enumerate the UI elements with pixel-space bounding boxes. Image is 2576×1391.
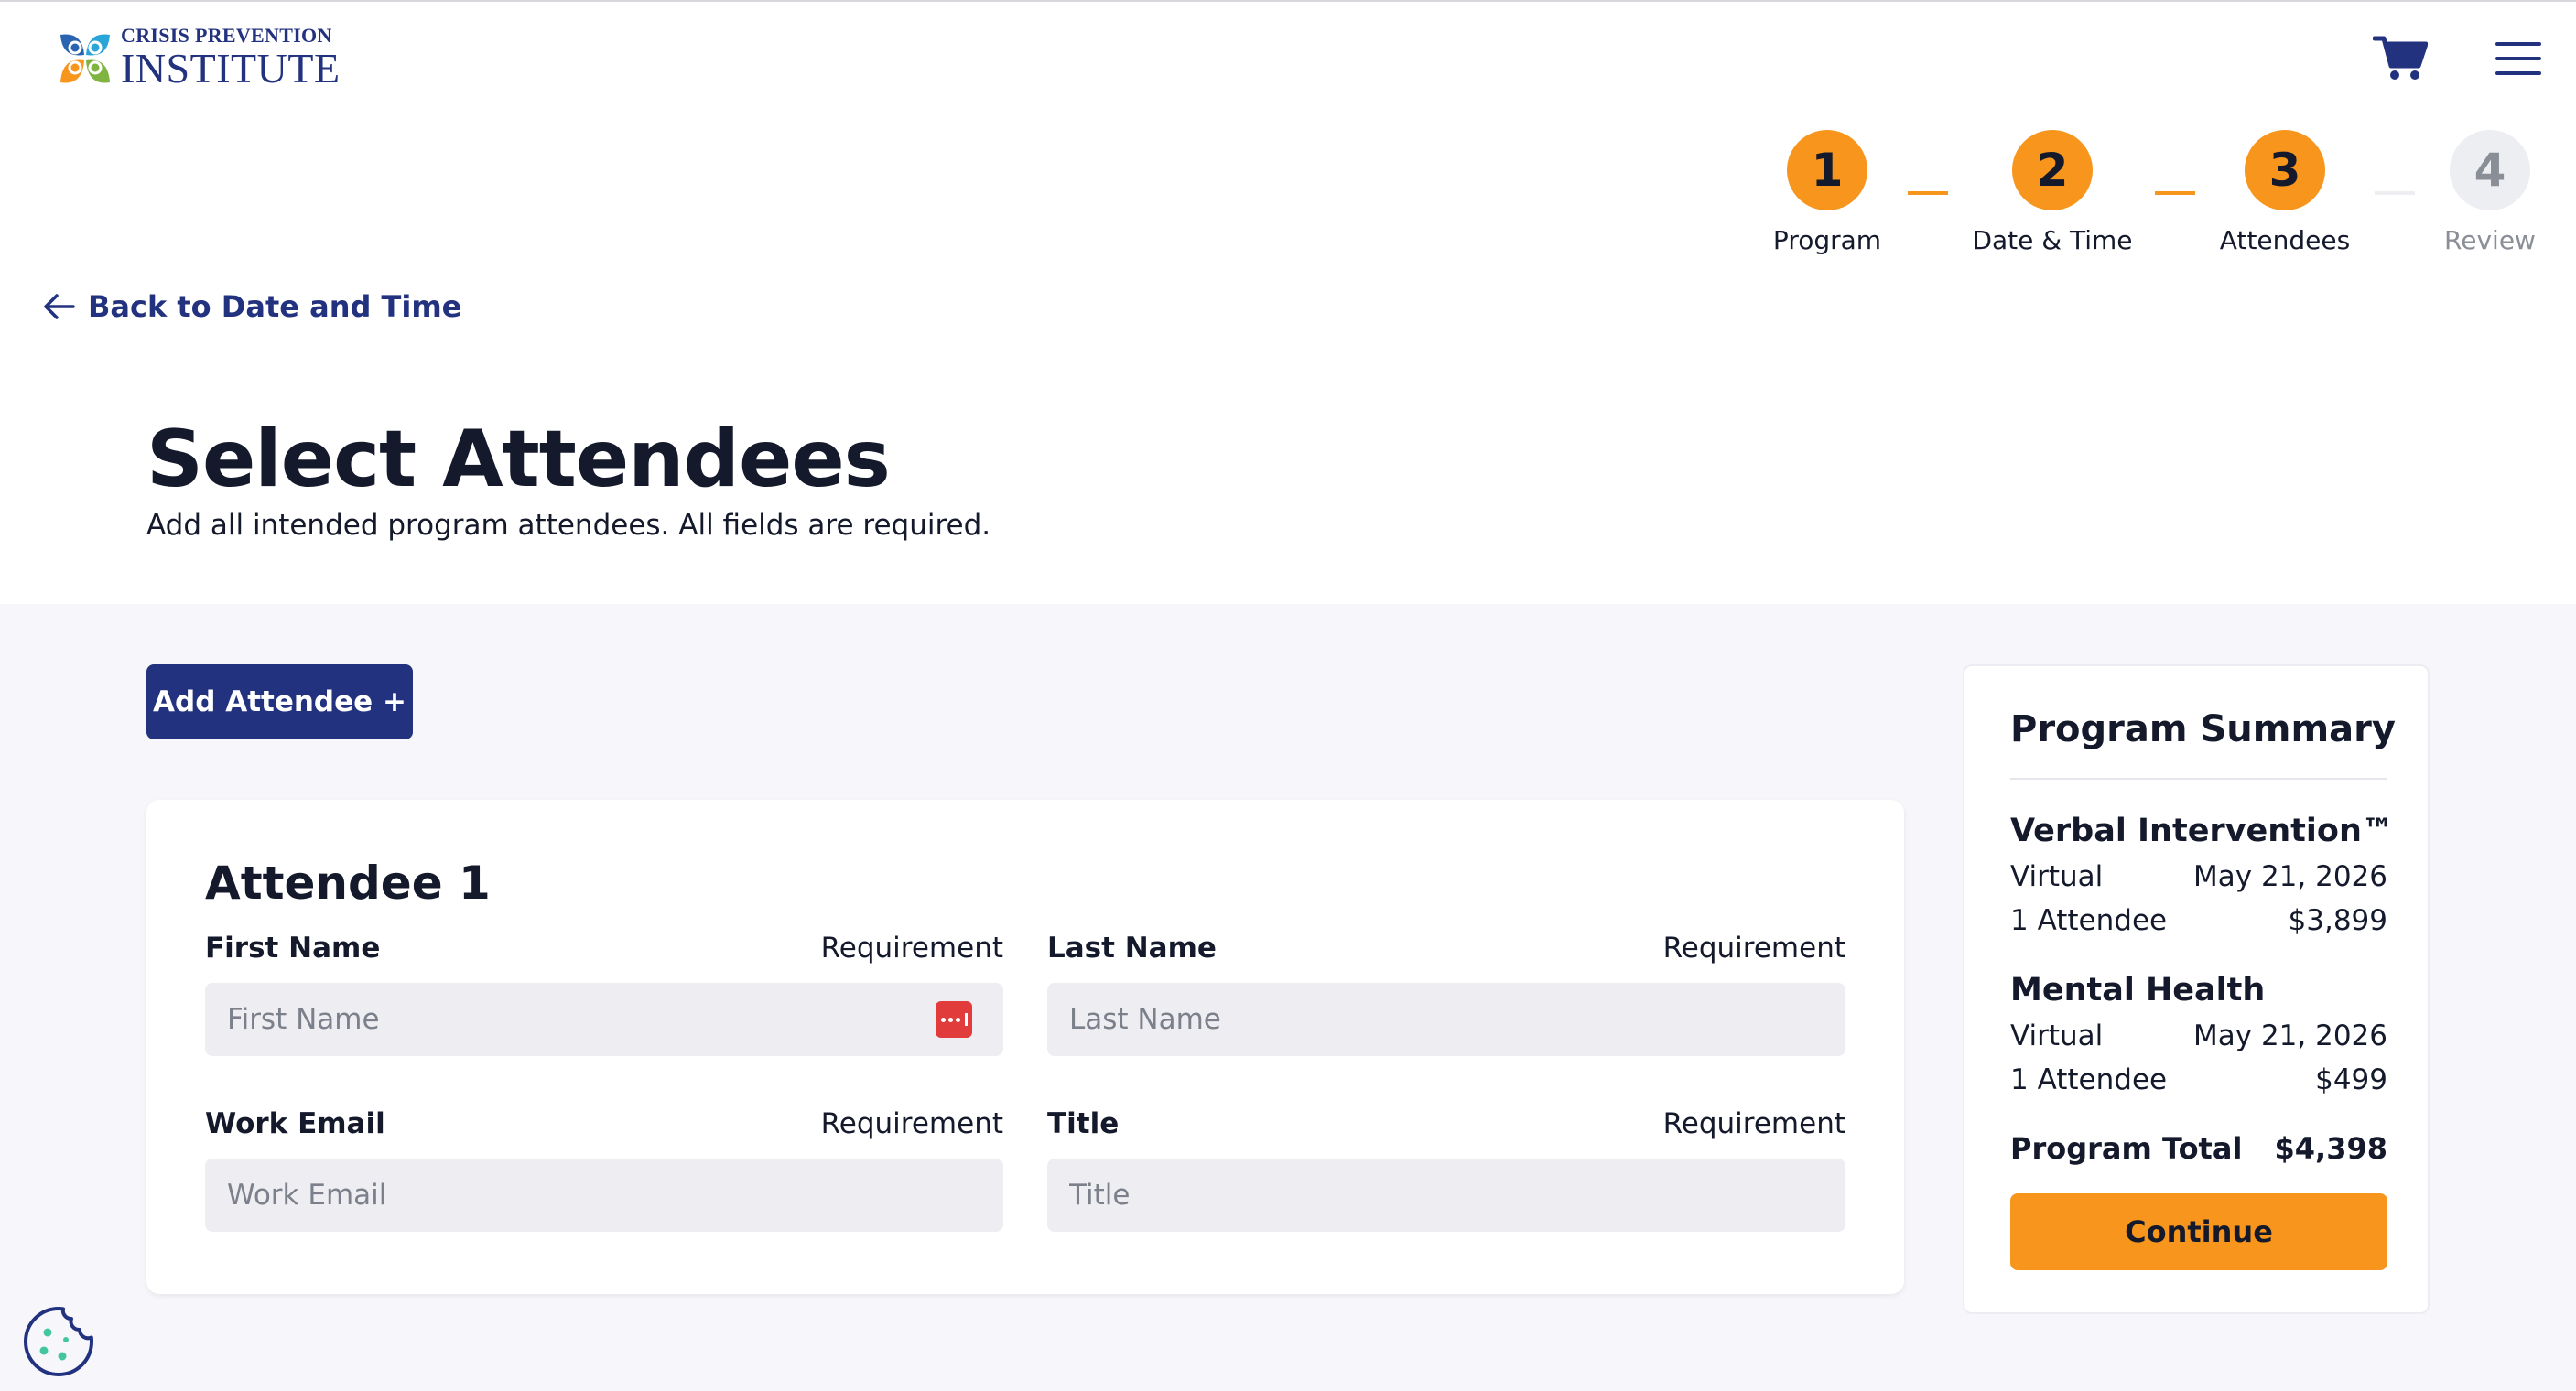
first-name-input[interactable] xyxy=(205,983,1003,1056)
program-format: Virtual xyxy=(2010,1019,2104,1052)
title-requirement: Requirement xyxy=(1662,1107,1845,1140)
step-attendees[interactable]: 3 Attendees xyxy=(2193,130,2376,255)
last-name-label: Last Name xyxy=(1047,932,1217,965)
logo-big-text: INSTITUTE xyxy=(121,45,341,92)
attendee-card-title: Attendee 1 xyxy=(205,857,491,910)
hamburger-menu-icon[interactable] xyxy=(2495,42,2541,75)
first-name-label: First Name xyxy=(205,932,381,965)
cpi-logo[interactable]: CRISIS PREVENTION INSTITUTE xyxy=(55,26,341,90)
program-format: Virtual xyxy=(2010,860,2104,893)
arrow-left-icon xyxy=(44,294,75,319)
menu-bar xyxy=(2495,71,2541,75)
back-link-label: Back to Date and Time xyxy=(88,289,462,324)
step-number: 3 xyxy=(2245,130,2325,210)
work-email-requirement: Requirement xyxy=(820,1107,1003,1140)
logo-text: CRISIS PREVENTION INSTITUTE xyxy=(121,26,341,90)
first-name-requirement: Requirement xyxy=(820,932,1003,965)
program-summary-title: Program Summary xyxy=(2010,708,2396,750)
logo-small-text: CRISIS PREVENTION xyxy=(121,24,332,47)
summary-divider xyxy=(2010,778,2387,780)
last-name-requirement: Requirement xyxy=(1662,932,1845,965)
program-name: Verbal Intervention™ xyxy=(2010,813,2394,849)
program-price: $3,899 xyxy=(2288,904,2387,937)
page-subtitle: Add all intended program attendees. All … xyxy=(146,509,991,542)
step-connector xyxy=(1908,191,1948,195)
program-total-label: Program Total xyxy=(2010,1131,2243,1166)
program-name: Mental Health xyxy=(2010,972,2266,1008)
title-field-group: Title Requirement xyxy=(1047,1107,1845,1232)
logo-mark-icon xyxy=(60,34,110,83)
summary-program-item: Verbal Intervention™ Virtual May 21, 202… xyxy=(2010,813,2394,937)
step-label: Date & Time xyxy=(1972,225,2133,255)
page: CRISIS PREVENTION INSTITUTE 1 Program 2 … xyxy=(0,0,2576,1391)
back-to-date-time-link[interactable]: Back to Date and Time xyxy=(42,289,461,324)
page-title: Select Attendees xyxy=(146,414,891,505)
step-label: Review xyxy=(2444,225,2536,255)
title-label: Title xyxy=(1047,1107,1120,1140)
last-name-input[interactable] xyxy=(1047,983,1845,1056)
step-connector xyxy=(2155,191,2195,195)
step-number: 1 xyxy=(1787,130,1867,210)
step-number: 2 xyxy=(2012,130,2093,210)
program-total-row: Program Total $4,398 xyxy=(2010,1131,2387,1166)
step-label: Attendees xyxy=(2219,225,2351,255)
program-attendees: 1 Attendee xyxy=(2010,1063,2168,1096)
attendee-card: Attendee 1 First Name Requirement Last N… xyxy=(146,800,1904,1294)
program-date: May 21, 2026 xyxy=(2193,1019,2387,1052)
work-email-field-group: Work Email Requirement xyxy=(205,1107,1003,1232)
program-price: $499 xyxy=(2315,1063,2387,1096)
first-name-field-group: First Name Requirement xyxy=(205,932,1003,1056)
work-email-input[interactable] xyxy=(205,1159,1003,1232)
continue-button[interactable]: Continue xyxy=(2010,1193,2387,1270)
top-border xyxy=(0,0,2576,2)
work-email-label: Work Email xyxy=(205,1107,385,1140)
program-date: May 21, 2026 xyxy=(2193,860,2387,893)
step-program[interactable]: 1 Program xyxy=(1736,130,1919,255)
cart-icon[interactable] xyxy=(2373,33,2428,82)
program-attendees: 1 Attendee xyxy=(2010,904,2168,937)
menu-bar xyxy=(2495,42,2541,46)
step-review: 4 Review xyxy=(2398,130,2576,255)
last-name-field-group: Last Name Requirement xyxy=(1047,932,1845,1056)
password-manager-icon[interactable] xyxy=(936,1001,972,1038)
menu-bar xyxy=(2495,57,2541,60)
step-label: Program xyxy=(1772,225,1882,255)
program-total-value: $4,398 xyxy=(2274,1131,2387,1166)
title-input[interactable] xyxy=(1047,1159,1845,1232)
cookie-settings-icon[interactable] xyxy=(20,1303,97,1380)
summary-program-item: Mental Health Virtual May 21, 2026 1 Att… xyxy=(2010,972,2387,1096)
step-date-time[interactable]: 2 Date & Time xyxy=(1961,130,2144,255)
step-number: 4 xyxy=(2450,130,2530,210)
program-summary-panel: Program Summary Verbal Intervention™ Vir… xyxy=(1963,664,2430,1314)
add-attendee-button[interactable]: Add Attendee + xyxy=(146,664,413,739)
